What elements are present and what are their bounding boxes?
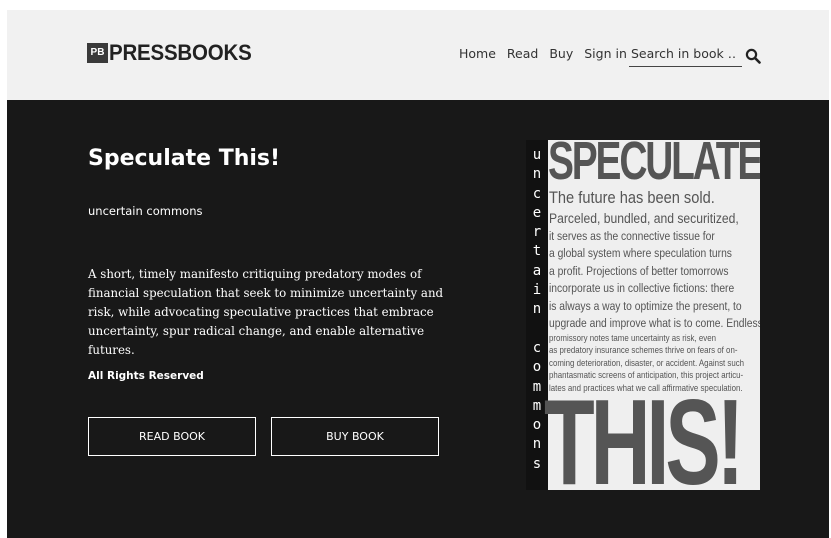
cover-side-letter: u bbox=[532, 147, 542, 163]
book-title: Speculate This! bbox=[88, 146, 281, 171]
cover-side-letter: i bbox=[532, 282, 542, 299]
license-text: All Rights Reserved bbox=[88, 370, 204, 382]
book-description: A short, timely manifesto critiquing pre… bbox=[88, 267, 444, 357]
nav-read-link[interactable]: Read bbox=[507, 46, 538, 61]
cover-side-letter: o bbox=[532, 359, 542, 376]
cover-side-letter: c bbox=[532, 339, 542, 356]
cover-side-letter: n bbox=[532, 436, 542, 453]
cover-body-line: a global system where speculation turns bbox=[549, 246, 732, 260]
cover-bottom-word: THIS! bbox=[544, 374, 744, 490]
cover-side-gap bbox=[533, 320, 541, 339]
nav-sign-in-link[interactable]: Sign in bbox=[584, 46, 627, 61]
cover-body: Parceled, bundled, and securitized, it s… bbox=[549, 210, 760, 395]
book-author: uncertain commons bbox=[88, 204, 203, 218]
cover-side-letter: s bbox=[532, 455, 542, 472]
cover-body-line: a profit. Projections of better tomorrow… bbox=[549, 263, 729, 278]
cover-body-line: promissory notes tame uncertainty as ris… bbox=[549, 332, 716, 344]
logo-text: PRESSBOOKS bbox=[109, 40, 252, 65]
nav-home-link[interactable]: Home bbox=[459, 46, 496, 61]
book-hero: Speculate This! uncertain commons A shor… bbox=[7, 100, 829, 538]
cover-body-line: coming deterioration, disaster, or accid… bbox=[549, 357, 745, 369]
cover-body-line: it serves as the connective tissue for bbox=[549, 228, 715, 243]
main-nav: Home Read Buy Sign in bbox=[459, 46, 638, 61]
cover-side-letter: a bbox=[532, 262, 542, 279]
site-header: PB PRESSBOOKS Home Read Buy Sign in bbox=[7, 10, 829, 100]
cover-side-letter: n bbox=[532, 301, 542, 318]
cover-side-letter: m bbox=[532, 397, 542, 414]
logo-mark: PB bbox=[87, 43, 108, 63]
cover-side-letter: o bbox=[532, 417, 542, 434]
cover-body-line: incorporate us in collective fictions: t… bbox=[549, 281, 735, 295]
search-input[interactable] bbox=[629, 43, 739, 64]
cover-side-letter: r bbox=[532, 224, 542, 241]
read-book-button[interactable]: READ BOOK bbox=[88, 417, 256, 456]
page-frame: PB PRESSBOOKS Home Read Buy Sign in Spec… bbox=[7, 10, 829, 538]
nav-buy-link[interactable]: Buy bbox=[549, 46, 573, 61]
cover-side-letter: m bbox=[532, 378, 542, 395]
search-icon[interactable] bbox=[745, 48, 761, 64]
pressbooks-logo[interactable]: PB PRESSBOOKS bbox=[87, 40, 262, 65]
cover-side-letter: c bbox=[532, 185, 542, 202]
search-box bbox=[629, 43, 742, 67]
buy-book-button[interactable]: BUY BOOK bbox=[271, 417, 439, 456]
cover-body-line: is always a way to optimize the present,… bbox=[549, 298, 742, 313]
cover-main: SPECULATE The future has been sold. Parc… bbox=[544, 140, 760, 490]
cover-body-line: Parceled, bundled, and securitized, bbox=[549, 211, 739, 226]
cover-side-letter: t bbox=[532, 243, 542, 260]
cover-body-line: as predatory insurance schemes thrive on… bbox=[549, 345, 738, 356]
cover-lead: The future has been sold. bbox=[549, 188, 715, 207]
cover-top-word: SPECULATE bbox=[548, 140, 760, 191]
cover-side-letter: e bbox=[532, 204, 542, 221]
cover-body-line: upgrade and improve what is to come. End… bbox=[549, 316, 760, 330]
book-cover[interactable]: uncertain commons SPECULATE The future h… bbox=[526, 140, 760, 490]
cover-side-letter: n bbox=[532, 166, 542, 183]
